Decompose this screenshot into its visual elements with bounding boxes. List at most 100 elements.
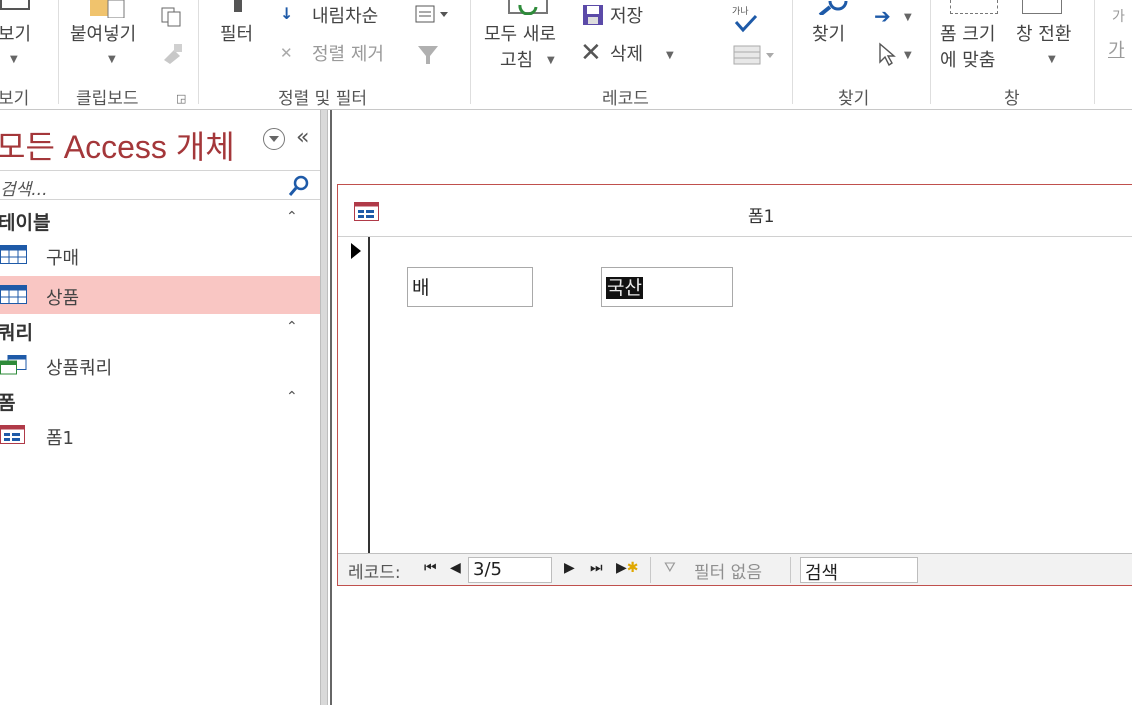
font-sample-large[interactable]: 가 — [1108, 40, 1125, 62]
nav-section-queries[interactable]: 쿼리 ⌃ — [0, 316, 320, 344]
origin-textbox[interactable]: 국산 — [601, 267, 733, 307]
save-icon[interactable] — [582, 4, 604, 30]
group-clipboard-label: 클립보드 — [76, 89, 139, 109]
delete-button[interactable]: 삭제 — [610, 44, 643, 66]
find-button[interactable]: 찾기 — [812, 24, 845, 46]
nav-item-label: 상품 — [46, 288, 80, 309]
no-filter-icon[interactable]: ⛛ — [664, 560, 676, 576]
refresh-all-button-line2[interactable]: 고침 — [500, 50, 533, 72]
advanced-filter-icon[interactable] — [414, 4, 454, 30]
current-record-input[interactable]: 3/5 — [468, 557, 552, 583]
nav-item-table-selected[interactable]: 상품 — [0, 276, 320, 314]
goto-dropdown-caret[interactable]: ▼ — [904, 12, 912, 23]
record-nav-label: 레코드: — [348, 563, 401, 583]
nav-section-label: 쿼리 — [0, 322, 33, 344]
remove-sort-icon[interactable]: ✕ — [280, 44, 293, 62]
select-dropdown-caret[interactable]: ▼ — [904, 50, 912, 61]
nav-search-input[interactable]: 검색... — [0, 175, 48, 200]
dialog-launcher-icon[interactable]: ◲ — [176, 92, 186, 105]
first-record-icon[interactable]: ⏮ — [424, 560, 437, 576]
sort-descending-icon[interactable]: ↓ — [280, 4, 293, 23]
filter-icon[interactable] — [234, 0, 242, 12]
font-sample-small[interactable]: 가 — [1112, 6, 1125, 28]
switch-windows-caret[interactable]: ▼ — [1048, 54, 1056, 65]
save-button[interactable]: 저장 — [610, 6, 643, 28]
refresh-all-button[interactable]: 모두 새로 — [484, 24, 556, 46]
group-window-label: 창 — [1004, 89, 1020, 109]
find-icon[interactable] — [808, 0, 848, 19]
last-record-icon[interactable]: ⏭ — [590, 560, 603, 576]
fit-form-button[interactable]: 폼 크기 — [940, 24, 995, 46]
record-selector[interactable] — [338, 237, 370, 553]
sort-descending-button[interactable]: 내림차순 — [312, 6, 378, 28]
filter-button[interactable]: 필터 — [220, 24, 253, 46]
form-titlebar[interactable]: 폼1 — [338, 185, 1132, 237]
delete-icon[interactable]: ✕ — [580, 40, 602, 66]
view-dropdown-caret[interactable]: ▼ — [10, 54, 18, 65]
collapse-chevron-icon[interactable]: ⌃ — [286, 319, 298, 335]
group-records-label: 레코드 — [602, 89, 649, 109]
nav-item-label: 폼1 — [46, 428, 75, 449]
form-icon[interactable] — [354, 202, 380, 222]
table-icon — [0, 285, 27, 304]
form-title: 폼1 — [748, 207, 775, 227]
collapse-chevron-icon[interactable]: ⌃ — [286, 389, 298, 405]
switch-windows-button[interactable]: 창 전환 — [1016, 24, 1071, 46]
ribbon-separator — [792, 0, 793, 104]
previous-record-icon[interactable]: ◀ — [450, 560, 461, 576]
group-find-label: 찾기 — [838, 89, 870, 109]
ribbon-separator — [930, 0, 931, 104]
ribbon-separator — [58, 0, 59, 104]
product-name-textbox[interactable]: 배 — [407, 267, 533, 307]
nav-item-label: 상품쿼리 — [46, 358, 113, 379]
copy-icon[interactable] — [160, 6, 184, 32]
format-painter-icon[interactable] — [160, 42, 186, 68]
form-window: 폼1 배 국산 레코드: ⏮ ◀ 3/5 ▶ ⏭ ▶✱ ⛛ 필터 없음 검색 — [337, 184, 1132, 586]
group-view-label: 보기 — [0, 89, 30, 109]
next-record-icon[interactable]: ▶ — [564, 560, 575, 576]
nav-section-forms[interactable]: 폼 ⌃ — [0, 386, 320, 414]
remove-sort-button[interactable]: 정렬 제거 — [312, 44, 384, 66]
more-records-icon[interactable] — [732, 44, 776, 70]
document-area: 폼1 배 국산 레코드: ⏮ ◀ 3/5 ▶ ⏭ ▶✱ ⛛ 필터 없음 검색 — [330, 110, 1132, 705]
select-icon[interactable] — [878, 42, 896, 70]
fit-form-button-line2[interactable]: 에 맞춤 — [940, 50, 995, 72]
record-search-input[interactable]: 검색 — [800, 557, 918, 584]
delete-dropdown-caret[interactable]: ▼ — [666, 50, 674, 61]
ribbon-separator — [198, 0, 199, 104]
collapse-chevron-icon[interactable]: ⌃ — [286, 209, 298, 225]
nav-item-label: 구매 — [46, 248, 80, 269]
nav-section-tables[interactable]: 테이블 ⌃ — [0, 206, 320, 234]
refresh-dropdown-caret[interactable]: ▼ — [547, 55, 555, 66]
table-icon — [0, 245, 27, 264]
ribbon: 보기 ▼ 보기 붙여넣기 ▼ 클립보드 ◲ 필터 ↓ 내림차순 ✕ 정렬 제거 … — [0, 0, 1132, 110]
view-button[interactable]: 보기 — [0, 24, 31, 46]
nav-pane-splitter[interactable] — [320, 110, 328, 705]
nav-pane-menu-icon[interactable] — [263, 128, 285, 150]
new-record-icon[interactable]: ▶✱ — [616, 560, 639, 576]
nav-item-table[interactable]: 구매 — [0, 236, 320, 274]
search-icon[interactable] — [288, 175, 310, 197]
svg-text:가나: 가나 — [732, 6, 749, 17]
current-record-arrow-icon — [351, 243, 361, 259]
refresh-all-icon[interactable] — [508, 0, 548, 16]
nav-item-form[interactable]: 폼1 — [0, 416, 320, 454]
view-icon[interactable] — [0, 0, 30, 10]
fit-form-icon[interactable] — [950, 0, 998, 14]
paste-icon[interactable] — [90, 0, 132, 19]
no-filter-button[interactable]: 필터 없음 — [694, 558, 762, 583]
query-icon — [0, 355, 27, 375]
form-icon — [0, 425, 25, 444]
toggle-filter-icon[interactable] — [416, 44, 440, 70]
nav-pane-title[interactable]: 모든 Access 개체 — [0, 122, 235, 168]
spelling-icon[interactable]: 가나 — [732, 4, 760, 38]
nav-section-label: 테이블 — [0, 212, 51, 234]
record-navigation-bar: 레코드: ⏮ ◀ 3/5 ▶ ⏭ ▶✱ ⛛ 필터 없음 검색 — [338, 553, 1132, 585]
nav-pane-collapse-button[interactable]: « — [296, 125, 309, 150]
nav-item-query[interactable]: 상품쿼리 — [0, 346, 320, 384]
goto-icon[interactable]: ➔ — [874, 4, 891, 28]
paste-button[interactable]: 붙여넣기 — [70, 24, 136, 46]
nav-search-box[interactable]: 검색... — [0, 170, 320, 200]
switch-windows-icon[interactable] — [1022, 0, 1062, 14]
paste-dropdown-caret[interactable]: ▼ — [108, 54, 116, 65]
